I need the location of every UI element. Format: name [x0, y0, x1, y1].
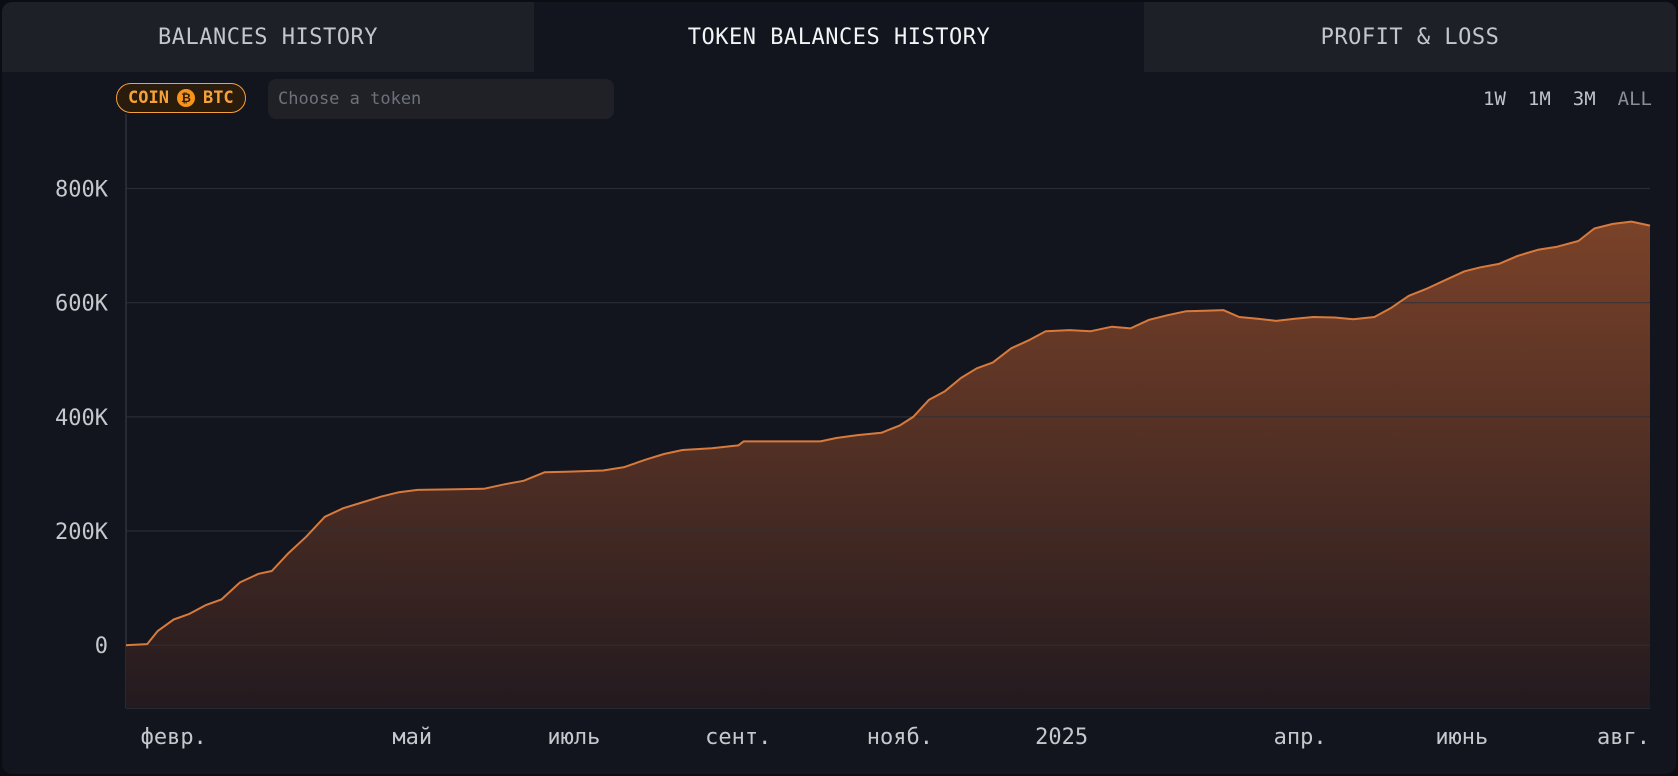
y-tick-label: 0 [95, 634, 108, 659]
y-tick-label: 800K [55, 178, 109, 203]
x-tick-label: 2025 [1035, 725, 1088, 750]
y-tick-label: 400K [55, 406, 109, 431]
range-1w-button[interactable]: 1W [1483, 88, 1506, 110]
chip-token-label: BTC [202, 88, 234, 108]
range-all-button[interactable]: ALL [1618, 88, 1652, 110]
token-search-input[interactable] [268, 79, 614, 119]
x-tick-label: май [392, 725, 432, 750]
token-balance-chart: 0 200K 400K 600K 800K февр. май июль сент. нояб. 2… [55, 114, 1651, 750]
coin-filter-chip[interactable]: COIN ₿ BTC [116, 83, 246, 113]
x-tick-label: июнь [1435, 725, 1488, 750]
token-balances-panel: BALANCES HISTORY TOKEN BALANCES HISTORY … [2, 2, 1676, 774]
time-range-selector: 1W 1M 3M ALL [1483, 88, 1652, 110]
x-tick-label: февр. [141, 725, 207, 750]
range-3m-button[interactable]: 3M [1573, 88, 1596, 110]
x-tick-label: сент. [705, 725, 771, 750]
chip-type-label: COIN [128, 88, 169, 108]
y-tick-label: 200K [55, 520, 109, 545]
y-tick-label: 600K [55, 292, 109, 317]
x-tick-label: нояб. [867, 725, 933, 750]
x-tick-label: апр. [1274, 725, 1327, 750]
range-1m-button[interactable]: 1M [1528, 88, 1551, 110]
x-tick-label: авг. [1597, 725, 1650, 750]
balance-area [126, 221, 1650, 708]
bitcoin-icon: ₿ [176, 89, 195, 107]
x-tick-label: июль [547, 725, 600, 750]
